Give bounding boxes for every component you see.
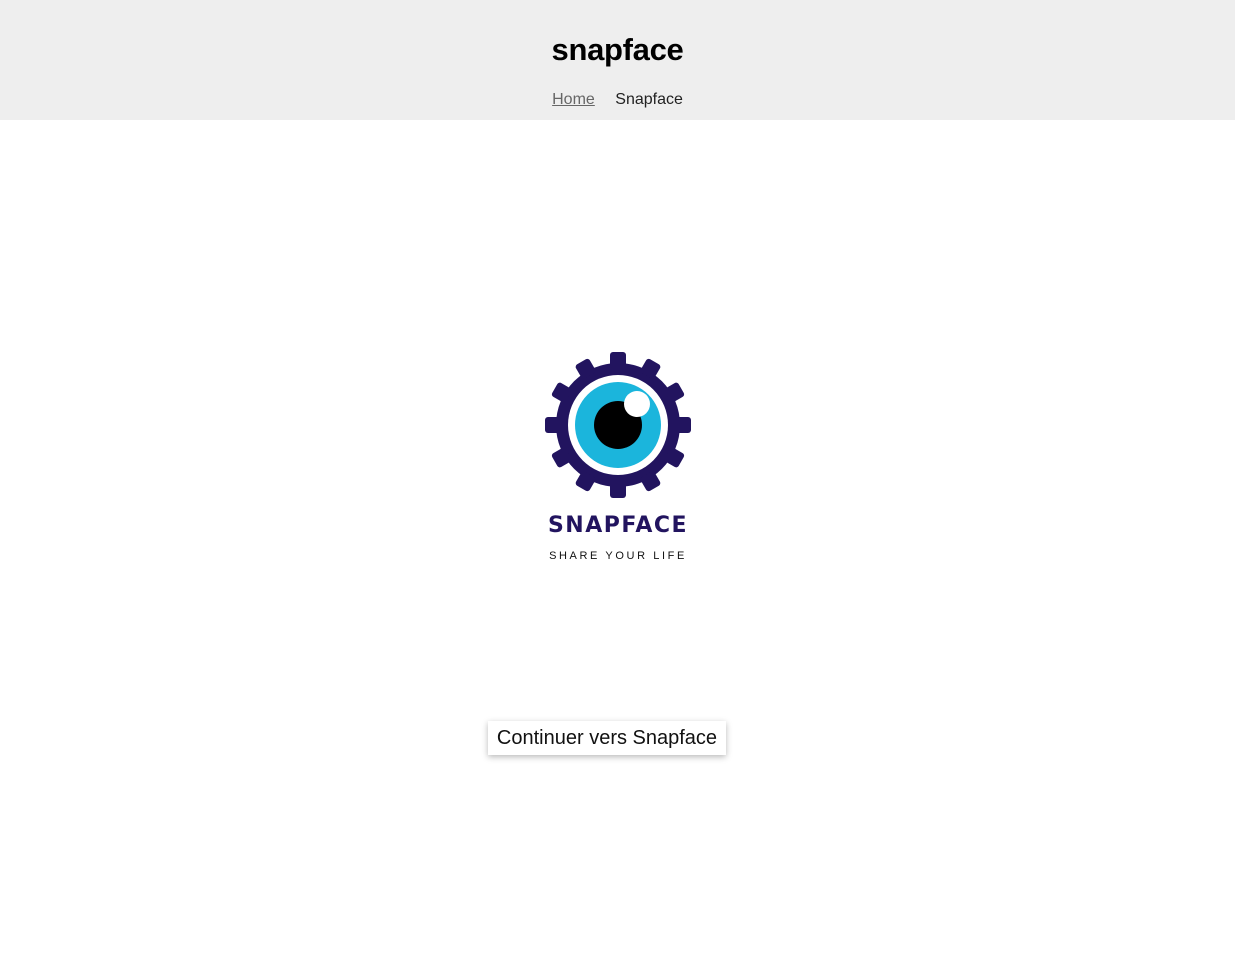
header: snapface Home Snapface: [0, 0, 1235, 120]
snapface-logo: SNAPFACE SHARE YOUR LIFE: [517, 348, 719, 568]
gear-eye-icon: [545, 352, 691, 498]
nav-link-snapface[interactable]: Snapface: [615, 89, 683, 111]
continue-to-snapface-button[interactable]: Continuer vers Snapface: [488, 721, 726, 755]
nav-link-home[interactable]: Home: [552, 89, 595, 111]
brand-name: SNAPFACE: [547, 513, 689, 538]
page-title: snapface: [551, 32, 684, 67]
main-nav: Home Snapface: [0, 89, 1235, 111]
brand-tagline: SHARE YOUR LIFE: [549, 550, 687, 562]
